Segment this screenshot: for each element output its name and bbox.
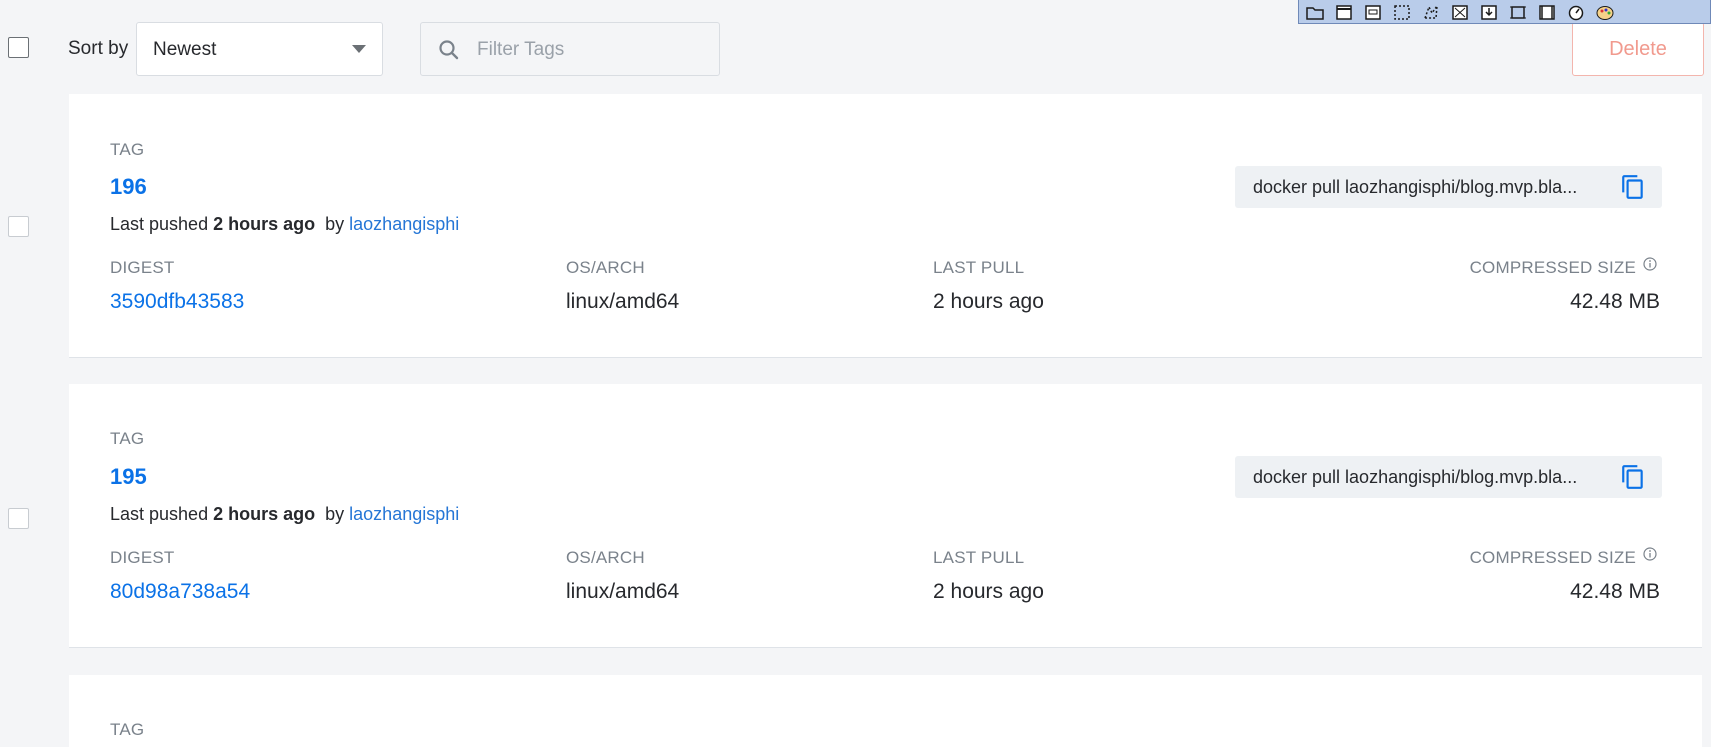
filter-tags-input[interactable] — [475, 35, 709, 65]
window-icon[interactable] — [1334, 3, 1354, 21]
os-arch-value: linux/amd64 — [566, 290, 680, 313]
filter-tags-field[interactable] — [420, 22, 720, 76]
last-pull-label: LAST PULL — [933, 258, 1025, 277]
color-palette-icon[interactable] — [1595, 3, 1615, 21]
compressed-size-label: COMPRESSED SIZE — [1469, 548, 1636, 567]
video-capture-icon[interactable] — [1537, 3, 1557, 21]
fullscreen-icon[interactable] — [1450, 3, 1470, 21]
tag-row-checkbox[interactable] — [8, 216, 29, 237]
chevron-down-icon — [352, 45, 366, 53]
pushed-prefix: Last pushed — [110, 214, 209, 234]
sort-label: Sort by — [68, 38, 129, 59]
last-pull-value: 2 hours ago — [933, 580, 1044, 603]
tag-row-checkbox[interactable] — [8, 508, 29, 529]
pushed-by-user-link[interactable]: laozhangisphi — [349, 504, 459, 524]
fixed-region-icon[interactable] — [1508, 3, 1528, 21]
copy-icon[interactable] — [1620, 174, 1646, 200]
os-arch-label: OS/ARCH — [566, 548, 645, 567]
tag-card: TAG 195 Last pushed 2 hours ago by laozh… — [69, 384, 1702, 648]
digest-link[interactable]: 80d98a738a54 — [110, 580, 250, 604]
pull-command-box: docker pull laozhangisphi/blog.mvp.bla..… — [1235, 456, 1662, 498]
sort-dropdown[interactable]: Newest — [136, 22, 383, 76]
tag-card: TAG — [69, 675, 1702, 747]
screenshot-tool-palette — [1298, 0, 1711, 24]
os-arch-label: OS/ARCH — [566, 258, 645, 277]
scroll-capture-icon[interactable] — [1479, 3, 1499, 21]
pushed-by-user-link[interactable]: laozhangisphi — [349, 214, 459, 234]
info-icon[interactable] — [1643, 547, 1657, 561]
last-pull-value: 2 hours ago — [933, 290, 1044, 313]
rectangle-select-icon[interactable] — [1392, 3, 1412, 21]
info-icon[interactable] — [1643, 257, 1657, 271]
pushed-when: 2 hours ago — [213, 214, 316, 234]
tag-label: TAG — [110, 720, 145, 739]
pull-command: docker pull laozhangisphi/blog.mvp.bla..… — [1253, 467, 1578, 487]
tag-name-link[interactable]: 195 — [110, 464, 147, 490]
digest-label: DIGEST — [110, 258, 175, 277]
region-icon[interactable] — [1363, 3, 1383, 21]
compressed-size-value: 42.48 MB — [1570, 290, 1660, 313]
pull-command-box: docker pull laozhangisphi/blog.mvp.bla..… — [1235, 166, 1662, 208]
last-pushed-info: Last pushed 2 hours ago by laozhangisphi — [110, 504, 459, 525]
os-arch-value: linux/amd64 — [566, 580, 680, 603]
delete-button[interactable]: Delete — [1572, 22, 1704, 76]
search-icon — [437, 38, 461, 62]
open-icon[interactable] — [1305, 3, 1325, 21]
pushed-when: 2 hours ago — [213, 504, 316, 524]
pushed-by: by — [325, 504, 345, 524]
digest-label: DIGEST — [110, 548, 175, 567]
tag-label: TAG — [110, 140, 145, 159]
tag-card: TAG 196 Last pushed 2 hours ago by laozh… — [69, 94, 1702, 358]
select-all-checkbox[interactable] — [8, 37, 29, 58]
pull-command: docker pull laozhangisphi/blog.mvp.bla..… — [1253, 177, 1578, 197]
sort-value: Newest — [153, 39, 217, 60]
compressed-size-value: 42.48 MB — [1570, 580, 1660, 603]
pushed-prefix: Last pushed — [110, 504, 209, 524]
last-pull-label: LAST PULL — [933, 548, 1025, 567]
last-pushed-info: Last pushed 2 hours ago by laozhangisphi — [110, 214, 459, 235]
freehand-select-icon[interactable] — [1421, 2, 1441, 21]
copy-icon[interactable] — [1620, 464, 1646, 490]
timer-icon[interactable] — [1566, 3, 1586, 21]
tag-label: TAG — [110, 429, 145, 448]
tag-list-toolbar: Sort by Newest Delete — [0, 0, 1711, 92]
digest-link[interactable]: 3590dfb43583 — [110, 290, 244, 314]
compressed-size-label: COMPRESSED SIZE — [1469, 258, 1636, 277]
tag-name-link[interactable]: 196 — [110, 174, 147, 200]
pushed-by: by — [325, 214, 345, 234]
